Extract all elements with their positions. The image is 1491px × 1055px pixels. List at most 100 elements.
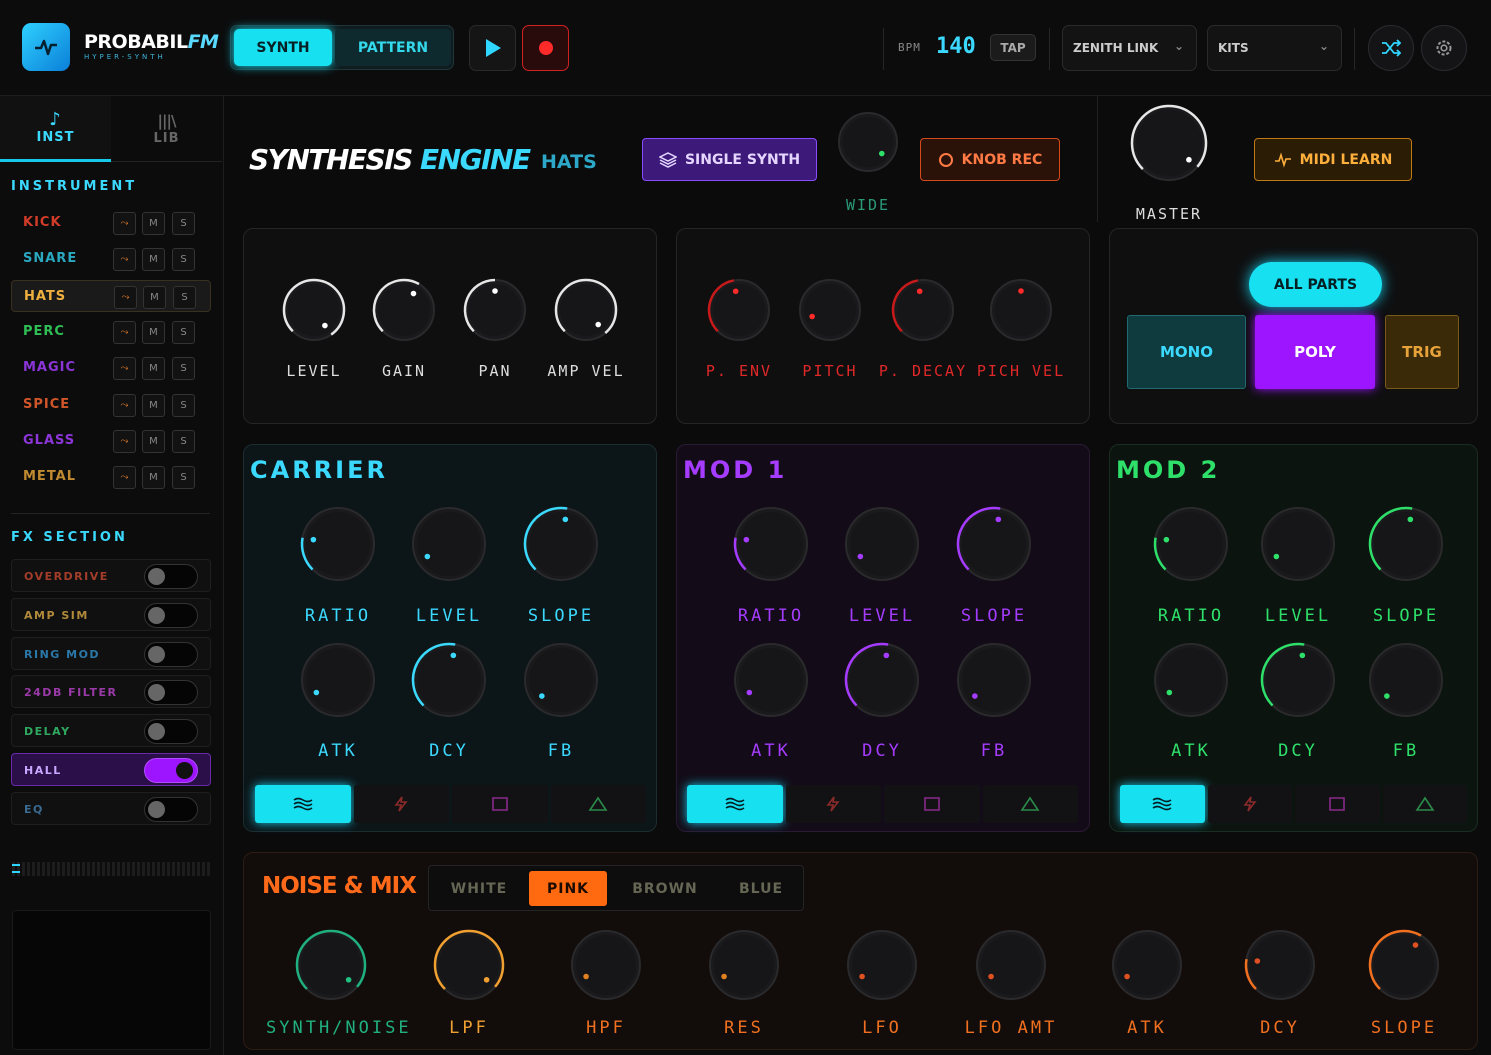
record-button[interactable]: [522, 25, 569, 71]
poly-button[interactable]: POLY: [1255, 315, 1375, 389]
operator-knob-ratio[interactable]: [298, 504, 378, 588]
waveform-button[interactable]: [1207, 785, 1292, 823]
pitch-knob-p-env[interactable]: [705, 276, 773, 348]
mute-button[interactable]: M: [142, 248, 165, 272]
mute-button[interactable]: M: [143, 285, 166, 309]
noise-knob-atk[interactable]: [1109, 927, 1185, 1007]
noise-white-tab[interactable]: WHITE: [437, 871, 521, 906]
operator-knob-ratio[interactable]: [731, 504, 811, 588]
solo-button[interactable]: S: [172, 429, 195, 453]
amp-knob-amp-vel[interactable]: [552, 276, 620, 348]
operator-knob-fb[interactable]: [521, 640, 601, 724]
operator-knob-dcy[interactable]: [1258, 640, 1338, 724]
fx-toggle[interactable]: [144, 641, 198, 667]
noise-pink-tab[interactable]: PINK: [529, 871, 607, 906]
tap-button[interactable]: TAP: [990, 34, 1036, 61]
mute-button[interactable]: M: [142, 212, 165, 235]
operator-knob-fb[interactable]: [954, 640, 1034, 724]
solo-button[interactable]: S: [172, 320, 195, 344]
waveform-button[interactable]: [1120, 785, 1205, 823]
instrument-row-snare[interactable]: SNARE ⤳ M S: [11, 243, 211, 275]
noise-knob-slope[interactable]: [1366, 927, 1442, 1007]
operator-knob-slope[interactable]: [1366, 504, 1446, 588]
amp-knob-level[interactable]: [280, 276, 348, 348]
master-knob[interactable]: [1128, 102, 1210, 188]
pitch-knob-pich-vel[interactable]: [987, 276, 1055, 348]
midi-learn-button[interactable]: MIDI LEARN: [1254, 138, 1412, 181]
waveform-button[interactable]: [982, 785, 1078, 823]
pitch-knob-pitch[interactable]: [796, 276, 864, 348]
solo-button[interactable]: S: [172, 248, 195, 272]
fx-toggle[interactable]: [144, 680, 198, 706]
operator-knob-level[interactable]: [1258, 504, 1338, 588]
amp-knob-pan[interactable]: [461, 276, 529, 348]
fx-toggle[interactable]: [144, 602, 198, 628]
pitch-knob-p-decay[interactable]: [889, 276, 957, 348]
instrument-row-metal[interactable]: METAL ⤳ M S: [11, 461, 211, 493]
play-button[interactable]: [469, 25, 516, 71]
noise-blue-tab[interactable]: BLUE: [719, 871, 803, 906]
waveform-button[interactable]: [550, 785, 646, 823]
fx-toggle[interactable]: [144, 796, 198, 822]
randomize-instrument-button[interactable]: ⤳: [113, 429, 136, 453]
tab-lib[interactable]: |||\ LIB: [111, 96, 222, 162]
noise-knob-lpf[interactable]: [431, 927, 507, 1007]
fx-toggle[interactable]: [144, 758, 198, 783]
waveform-button[interactable]: [1382, 785, 1467, 823]
wide-knob[interactable]: [835, 109, 901, 179]
knob-rec-button[interactable]: KNOB REC: [920, 138, 1060, 181]
settings-button[interactable]: [1421, 25, 1467, 71]
pattern-mode-button[interactable]: PATTERN: [335, 29, 451, 66]
noise-knob-dcy[interactable]: [1242, 927, 1318, 1007]
noise-knob-hpf[interactable]: [568, 927, 644, 1007]
instrument-row-glass[interactable]: GLASS ⤳ M S: [11, 425, 211, 457]
shuffle-button[interactable]: [1368, 25, 1414, 71]
fx-toggle[interactable]: [144, 564, 198, 589]
solo-button[interactable]: S: [172, 393, 195, 417]
instrument-row-perc[interactable]: PERC ⤳ M S: [11, 316, 211, 348]
mute-button[interactable]: M: [142, 357, 165, 381]
operator-knob-level[interactable]: [409, 504, 489, 588]
bpm-value[interactable]: 140: [936, 34, 976, 59]
operator-knob-level[interactable]: [842, 504, 922, 588]
single-synth-button[interactable]: SINGLE SYNTH: [642, 138, 817, 181]
mute-button[interactable]: M: [142, 466, 165, 490]
operator-knob-atk[interactable]: [1151, 640, 1231, 724]
operator-knob-fb[interactable]: [1366, 640, 1446, 724]
fx-toggle[interactable]: [144, 719, 198, 745]
waveform-button[interactable]: [353, 785, 449, 823]
operator-knob-slope[interactable]: [954, 504, 1034, 588]
trig-button[interactable]: TRIG: [1385, 315, 1459, 389]
tab-inst[interactable]: ♪ INST: [0, 96, 111, 162]
mute-button[interactable]: M: [142, 320, 165, 344]
randomize-instrument-button[interactable]: ⤳: [114, 285, 137, 309]
operator-knob-ratio[interactable]: [1151, 504, 1231, 588]
solo-button[interactable]: S: [172, 212, 195, 235]
waveform-button[interactable]: [884, 785, 980, 823]
noise-brown-tab[interactable]: BROWN: [617, 871, 713, 906]
noise-knob-lfo[interactable]: [844, 927, 920, 1007]
randomize-instrument-button[interactable]: ⤳: [113, 320, 136, 344]
operator-knob-dcy[interactable]: [409, 640, 489, 724]
randomize-instrument-button[interactable]: ⤳: [113, 393, 136, 417]
operator-knob-atk[interactable]: [298, 640, 378, 724]
randomize-instrument-button[interactable]: ⤳: [113, 357, 136, 381]
waveform-button[interactable]: [687, 785, 783, 823]
solo-button[interactable]: S: [172, 357, 195, 381]
operator-knob-atk[interactable]: [731, 640, 811, 724]
all-parts-button[interactable]: ALL PARTS: [1249, 262, 1382, 307]
randomize-instrument-button[interactable]: ⤳: [113, 248, 136, 272]
kits-dropdown[interactable]: KITS ⌄: [1207, 25, 1342, 71]
instrument-row-hats[interactable]: HATS ⤳ M S: [11, 279, 211, 312]
noise-knob-lfo-amt[interactable]: [973, 927, 1049, 1007]
link-dropdown[interactable]: ZENITH LINK ⌄: [1062, 25, 1197, 71]
solo-button[interactable]: S: [173, 285, 196, 309]
waveform-button[interactable]: [1295, 785, 1380, 823]
mute-button[interactable]: M: [142, 429, 165, 453]
noise-knob-res[interactable]: [706, 927, 782, 1007]
synth-mode-button[interactable]: SYNTH: [234, 29, 332, 66]
mono-button[interactable]: MONO: [1127, 315, 1246, 389]
mute-button[interactable]: M: [142, 393, 165, 417]
solo-button[interactable]: S: [172, 466, 195, 490]
randomize-instrument-button[interactable]: ⤳: [113, 212, 136, 235]
